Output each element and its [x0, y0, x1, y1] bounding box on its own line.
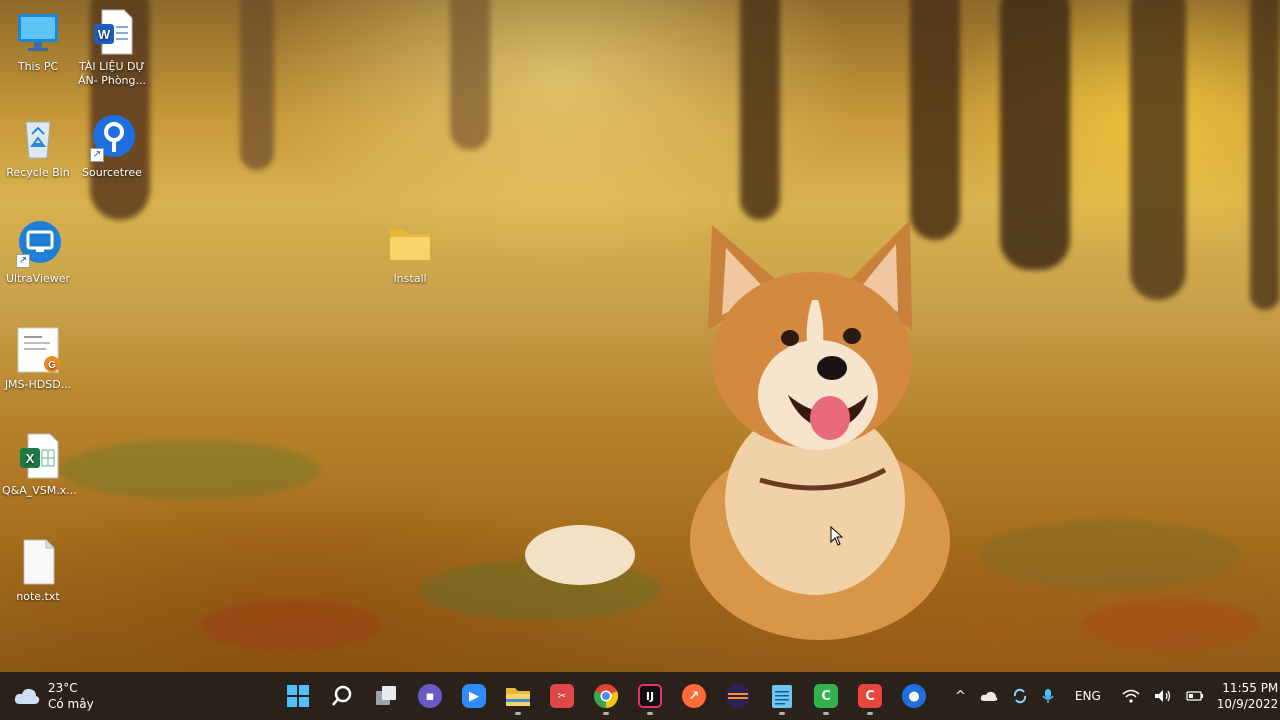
sync-icon[interactable]: [1012, 688, 1028, 704]
maps-button[interactable]: ●: [892, 676, 936, 716]
running-indicator: [823, 712, 829, 715]
desktop-icon-label: JMS-HDSD...: [4, 378, 72, 391]
zoom-app-button[interactable]: ▶: [452, 676, 496, 716]
recycle-bin-icon: [14, 114, 62, 162]
desktop-icon-tai-lieu-du-an[interactable]: W TÀI LIỆU DỰ ÁN- Phòng...: [74, 8, 150, 88]
sourcetree-icon: ↗: [88, 114, 136, 162]
intellij-icon: IJ: [638, 684, 662, 708]
desktop-icon-label: note.txt: [16, 590, 60, 603]
search-icon: [332, 685, 352, 706]
chat-button[interactable]: ▪: [408, 676, 452, 716]
svg-text:W: W: [98, 27, 111, 42]
excel-document-icon: X: [14, 432, 62, 480]
desktop-icon-label: TÀI LIỆU DỰ ÁN- Phòng...: [78, 60, 146, 87]
notepad-icon: [772, 685, 792, 708]
svg-text:X: X: [26, 451, 35, 466]
zoom-icon: ▶: [462, 684, 486, 708]
chevron-up-icon[interactable]: ^: [955, 689, 966, 704]
desktop-icon-ultraviewer[interactable]: ↗ UltraViewer: [0, 220, 76, 286]
taskbar: 23°C Có mây ▪ ▶ ✂ IJ ↗ C C ● ^ ENG 11:55…: [0, 672, 1280, 720]
desktop-icon-label: This PC: [17, 60, 59, 73]
camtasia-red-icon: C: [858, 684, 882, 708]
monitor-icon: [14, 8, 62, 56]
task-view-icon: [376, 686, 396, 705]
notepad-button[interactable]: [760, 676, 804, 716]
shortcut-arrow-icon: ↗: [16, 254, 30, 268]
weather-condition: Có mây: [48, 697, 94, 711]
desktop-icon-label: UltraViewer: [5, 272, 71, 285]
running-indicator: [515, 712, 521, 715]
svg-text:G: G: [48, 360, 56, 371]
corgi-dog-image: [525, 220, 950, 640]
camtasia-red-button[interactable]: C: [848, 676, 892, 716]
taskbar-apps: ▪ ▶ ✂ IJ ↗ C C ●: [276, 676, 936, 716]
snipping-tool-button[interactable]: ✂: [540, 676, 584, 716]
clock-time: 11:55 PM: [1222, 681, 1279, 695]
camtasia-green-icon: C: [814, 684, 838, 708]
desktop-icon-qa-vsm[interactable]: X Q&A_VSM.x...: [0, 432, 77, 498]
running-indicator: [779, 712, 785, 715]
task-view-button[interactable]: [364, 676, 408, 716]
volume-icon[interactable]: [1154, 689, 1172, 703]
desktop-icon-label: Install: [393, 272, 427, 285]
chrome-button[interactable]: [584, 676, 628, 716]
chat-icon: ▪: [418, 684, 442, 708]
cloud-icon: [14, 688, 40, 704]
chrome-icon: [593, 684, 619, 709]
microphone-icon[interactable]: [1042, 688, 1054, 704]
weather-temperature: 23°C: [48, 681, 78, 695]
snipping-tool-icon: ✂: [550, 684, 574, 708]
desktop-icon-label: Q&A_VSM.x...: [2, 484, 77, 497]
wifi-icon[interactable]: [1122, 689, 1140, 703]
eclipse-icon: [726, 684, 750, 708]
desktop-icon-label: Recycle Bin: [6, 166, 70, 179]
ultraviewer-icon: ↗: [14, 220, 62, 268]
start-button[interactable]: [276, 676, 320, 716]
desktop-icon-sourcetree[interactable]: ↗ Sourcetree: [74, 114, 150, 180]
folder-icon: [386, 220, 434, 268]
onedrive-cloud-icon[interactable]: [980, 690, 998, 702]
maps-icon: ●: [902, 684, 926, 708]
file-explorer-icon: [506, 688, 530, 706]
mouse-cursor: [830, 526, 844, 546]
weather-widget[interactable]: 23°C Có mây: [14, 678, 94, 714]
windows-start-icon: [287, 685, 309, 707]
clock-date: 10/9/2022: [1216, 697, 1279, 711]
search-button[interactable]: [320, 676, 364, 716]
desktop-wallpaper: [0, 0, 1280, 672]
camtasia-green-button[interactable]: C: [804, 676, 848, 716]
desktop-icon-jms-hdsd[interactable]: G JMS-HDSD...: [0, 326, 76, 392]
desktop-icon-note-txt[interactable]: note.txt: [0, 538, 76, 604]
language-indicator[interactable]: ENG: [1075, 689, 1101, 703]
word-document-icon: W: [88, 8, 136, 56]
text-file-icon: [14, 538, 62, 586]
running-indicator: [647, 712, 653, 715]
shortcut-arrow-icon: ↗: [90, 148, 104, 162]
intellij-button[interactable]: IJ: [628, 676, 672, 716]
running-indicator: [603, 712, 609, 715]
desktop-icon-install-folder[interactable]: Install: [372, 220, 448, 286]
postman-icon: ↗: [682, 684, 706, 708]
desktop-icon-recycle-bin[interactable]: Recycle Bin: [0, 114, 76, 180]
clock[interactable]: 11:55 PM 10/9/2022: [1217, 680, 1279, 712]
battery-icon[interactable]: [1186, 690, 1204, 702]
document-file-icon: G: [14, 326, 62, 374]
system-tray: ^ ENG 11:55 PM 10/9/2022 3: [948, 672, 1280, 720]
eclipse-button[interactable]: [716, 676, 760, 716]
running-indicator: [867, 712, 873, 715]
file-explorer-button[interactable]: [496, 676, 540, 716]
desktop-icon-label: Sourcetree: [82, 166, 142, 179]
postman-button[interactable]: ↗: [672, 676, 716, 716]
desktop-icon-this-pc[interactable]: This PC: [0, 8, 76, 74]
